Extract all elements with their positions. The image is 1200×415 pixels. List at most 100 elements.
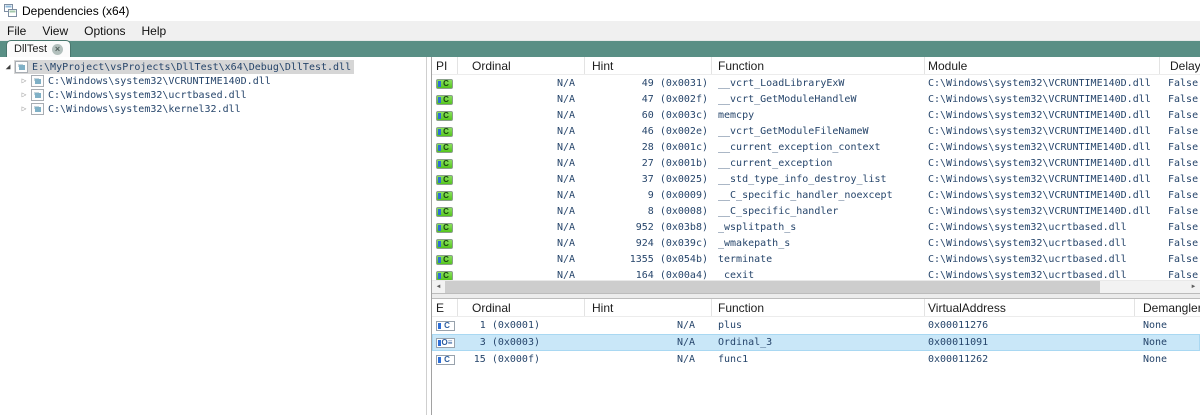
import-row[interactable]: C N/A 924 (0x039c) _wmakepath_s C:\Windo… (432, 235, 1200, 251)
main-area: ◢ E:\MyProject\vsProjects\DllTest\x64\De… (0, 57, 1200, 415)
exports-col-ordinal[interactable]: Ordinal (458, 299, 585, 316)
import-ordinal: N/A (556, 253, 575, 265)
export-hint: N/A (676, 354, 695, 365)
scrollbar-track[interactable] (1100, 281, 1187, 293)
c-import-icon: C (436, 254, 453, 265)
import-delayed: False (1168, 125, 1199, 137)
import-row[interactable]: C N/A 46 (0x002e) __vcrt_GetModuleFileNa… (432, 123, 1200, 139)
import-row[interactable]: C N/A 164 (0x00a4) _cexit C:\Windows\sys… (432, 267, 1200, 280)
import-module: C:\Windows\system32\ucrtbased.dll (928, 237, 1127, 249)
exports-col-virtualaddress[interactable]: VirtualAddress (925, 299, 1135, 316)
import-function: _cexit (718, 269, 755, 281)
export-virtualaddress: 0x00011091 (928, 337, 989, 348)
imports-col-pi[interactable]: PI (432, 57, 458, 74)
import-ordinal: N/A (556, 77, 575, 89)
c-import-icon: C (436, 110, 453, 121)
import-row[interactable]: C N/A 8 (0x0008) __C_specific_handler C:… (432, 203, 1200, 219)
export-demangler: None (1143, 320, 1168, 331)
import-row[interactable]: C N/A 60 (0x003c) memcpy C:\Windows\syst… (432, 107, 1200, 123)
exports-col-e[interactable]: E (432, 299, 458, 316)
import-module: C:\Windows\system32\ucrtbased.dll (928, 253, 1127, 265)
export-demangler: None (1143, 354, 1168, 365)
import-row[interactable]: C N/A 1355 (0x054b) terminate C:\Windows… (432, 251, 1200, 267)
import-ordinal: N/A (556, 221, 575, 233)
export-virtualaddress: 0x00011276 (928, 320, 989, 331)
tab-close-icon[interactable]: × (52, 43, 64, 55)
import-hint: 164 (0x00a4) (635, 269, 708, 281)
export-function-icon: O≡ (436, 338, 455, 348)
tree-child-path: C:\Windows\system32\ucrtbased.dll (48, 89, 247, 101)
tree-child-item[interactable]: ▷ C:\Windows\system32\ucrtbased.dll (0, 88, 426, 102)
tree-child-item[interactable]: ▷ C:\Windows\system32\VCRUNTIME140D.dll (0, 74, 426, 88)
import-delayed: False (1168, 253, 1199, 265)
exports-list: C 1 (0x0001) N/A plus 0x00011276 None O≡… (432, 317, 1200, 368)
import-hint: 924 (0x039c) (635, 237, 708, 249)
import-delayed: False (1168, 173, 1199, 185)
export-row[interactable]: C 1 (0x0001) N/A plus 0x00011276 None (432, 317, 1200, 334)
exports-panel: E Ordinal Hint Function VirtualAddress D… (432, 299, 1200, 415)
expander-collapsed-icon[interactable]: ▷ (18, 102, 30, 116)
menu-item[interactable]: Help (134, 21, 175, 40)
import-row[interactable]: C N/A 9 (0x0009) __C_specific_handler_no… (432, 187, 1200, 203)
import-row[interactable]: C N/A 47 (0x002f) __vcrt_GetModuleHandle… (432, 91, 1200, 107)
import-function: __vcrt_GetModuleFileNameW (718, 125, 869, 137)
import-delayed: False (1168, 269, 1199, 281)
expander-collapsed-icon[interactable]: ▷ (18, 88, 30, 102)
menu-item[interactable]: Options (76, 21, 133, 40)
scroll-left-icon[interactable]: ◄ (432, 281, 445, 293)
c-import-icon: C (436, 190, 453, 201)
expander-collapsed-icon[interactable]: ▷ (18, 74, 30, 88)
tree-root-selection: E:\MyProject\vsProjects\DllTest\x64\Debu… (14, 60, 355, 74)
imports-col-hint[interactable]: Hint (585, 57, 712, 74)
import-module: C:\Windows\system32\VCRUNTIME140D.dll (928, 189, 1151, 201)
import-delayed: False (1168, 205, 1199, 217)
exports-col-hint[interactable]: Hint (585, 299, 712, 316)
import-row[interactable]: C N/A 49 (0x0031) __vcrt_LoadLibraryExW … (432, 75, 1200, 91)
app-icon (4, 4, 17, 17)
export-function-icon: C (436, 355, 455, 365)
menu-item[interactable]: File (0, 21, 34, 40)
menu-item[interactable]: View (34, 21, 76, 40)
import-row[interactable]: C N/A 952 (0x03b8) _wsplitpath_s C:\Wind… (432, 219, 1200, 235)
imports-col-module[interactable]: Module (925, 57, 1160, 74)
import-row[interactable]: C N/A 27 (0x001b) __current_exception C:… (432, 155, 1200, 171)
import-row[interactable]: C N/A 28 (0x001c) __current_exception_co… (432, 139, 1200, 155)
export-demangler: None (1143, 337, 1168, 348)
c-import-icon: C (436, 158, 453, 169)
module-icon (31, 103, 44, 115)
c-import-icon: C (436, 222, 453, 233)
export-function: Ordinal_3 (718, 337, 773, 348)
imports-col-delayed[interactable]: Delaye (1160, 57, 1200, 74)
scrollbar-thumb[interactable] (445, 281, 1100, 293)
import-module: C:\Windows\system32\VCRUNTIME140D.dll (928, 173, 1151, 185)
export-ordinal: 3 (0x0003) (479, 337, 540, 348)
imports-col-function[interactable]: Function (712, 57, 925, 74)
exports-col-function[interactable]: Function (712, 299, 925, 316)
expander-expanded-icon[interactable]: ◢ (2, 60, 14, 74)
exports-header: E Ordinal Hint Function VirtualAddress D… (432, 299, 1200, 317)
import-ordinal: N/A (556, 109, 575, 121)
import-function: __std_type_info_destroy_list (718, 173, 887, 185)
tab-dlltest[interactable]: DllTest × (7, 41, 71, 57)
import-row[interactable]: C N/A 37 (0x0025) __std_type_info_destro… (432, 171, 1200, 187)
import-ordinal: N/A (556, 141, 575, 153)
export-row[interactable]: C 15 (0x000f) N/A func1 0x00011262 None (432, 351, 1200, 368)
tree-root-item[interactable]: ◢ E:\MyProject\vsProjects\DllTest\x64\De… (0, 60, 426, 74)
scroll-right-icon[interactable]: ► (1187, 281, 1200, 293)
import-module: C:\Windows\system32\VCRUNTIME140D.dll (928, 157, 1151, 169)
c-import-icon: C (436, 174, 453, 185)
title-bar: Dependencies (x64) (0, 0, 1200, 21)
import-ordinal: N/A (556, 205, 575, 217)
imports-col-ordinal[interactable]: Ordinal (458, 57, 585, 74)
import-delayed: False (1168, 189, 1199, 201)
export-row[interactable]: O≡ 3 (0x0003) N/A Ordinal_3 0x00011091 N… (432, 334, 1200, 351)
exports-col-demangler[interactable]: Demangler (1135, 299, 1200, 316)
export-virtualaddress: 0x00011262 (928, 354, 989, 365)
module-icon (31, 75, 44, 87)
window-title: Dependencies (x64) (22, 3, 130, 18)
import-module: C:\Windows\system32\VCRUNTIME140D.dll (928, 205, 1151, 217)
tree-child-item[interactable]: ▷ C:\Windows\system32\kernel32.dll (0, 102, 426, 116)
import-hint: 37 (0x0025) (641, 173, 708, 185)
import-module: C:\Windows\system32\ucrtbased.dll (928, 269, 1127, 281)
import-module: C:\Windows\system32\VCRUNTIME140D.dll (928, 77, 1151, 89)
